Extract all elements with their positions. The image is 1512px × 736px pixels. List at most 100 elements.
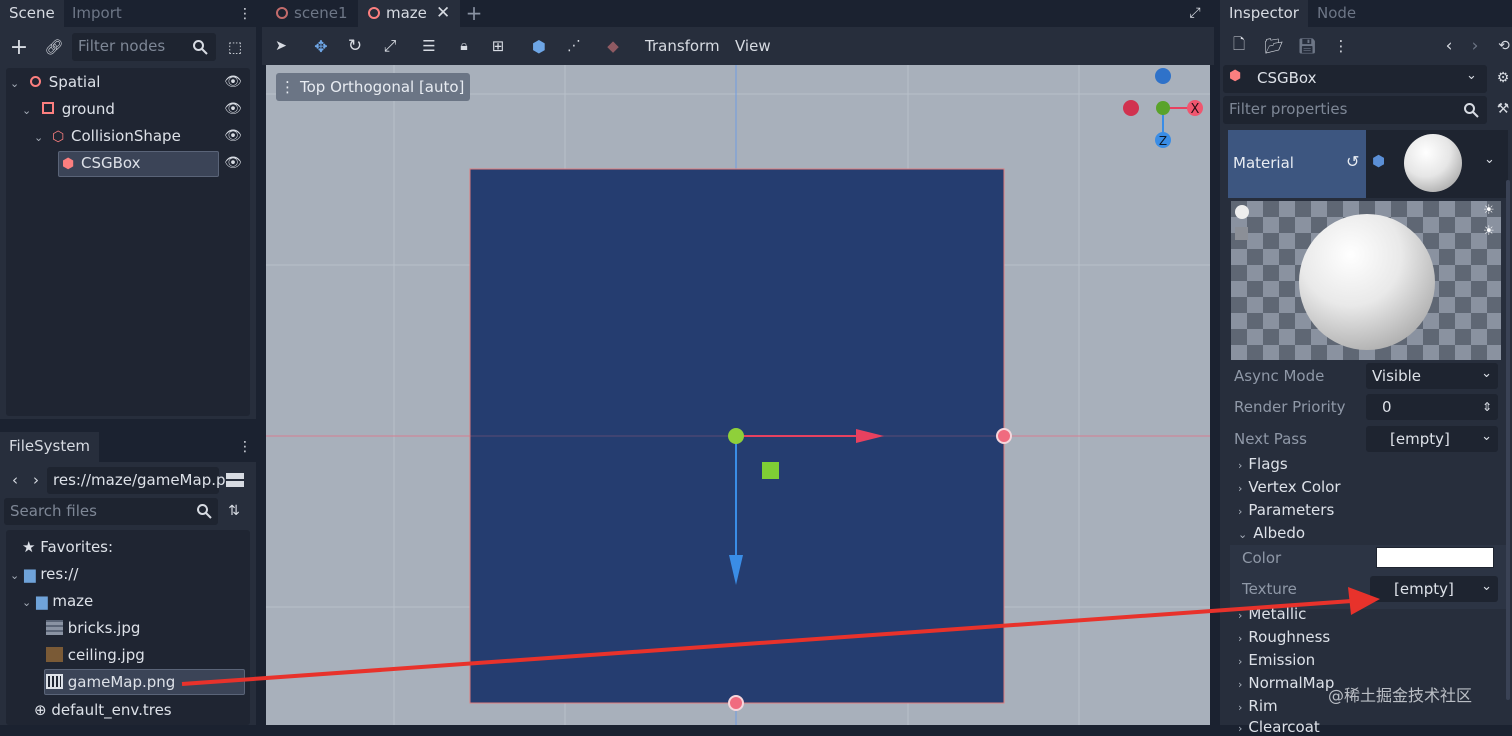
file-item-favorites[interactable]: ★ Favorites:: [22, 534, 113, 560]
chevron-down-icon[interactable]: ⌄: [1484, 152, 1495, 167]
view-menu[interactable]: View: [726, 34, 780, 58]
tree-node-spatial[interactable]: ⌄ Spatial: [10, 69, 100, 95]
tab-scene1[interactable]: scene1: [266, 0, 357, 27]
camera-icon[interactable]: ◆: [603, 34, 623, 58]
cube-preview-icon[interactable]: [1235, 227, 1248, 240]
tab-maze[interactable]: maze ✕: [358, 0, 460, 27]
tab-filesystem[interactable]: FileSystem: [0, 432, 100, 462]
section-albedo[interactable]: ⌄ Albedo: [1238, 524, 1305, 542]
next-pass-picker[interactable]: [empty] ⌄: [1366, 426, 1498, 452]
async-mode-dropdown[interactable]: Visible ⌄: [1366, 363, 1498, 389]
tab-node[interactable]: Node: [1308, 0, 1365, 27]
visibility-eye-icon[interactable]: 👁︎: [224, 73, 242, 91]
open-folder-icon[interactable]: 📂︎: [1264, 37, 1284, 55]
viewport-3d[interactable]: X Z ⋮ Top Orthogonal [auto]: [266, 65, 1210, 725]
section-vertex-color[interactable]: › Vertex Color: [1238, 478, 1341, 496]
section-albedo-label: Albedo: [1253, 524, 1306, 542]
light1-icon[interactable]: ☀: [1483, 203, 1495, 218]
plane-move-handle[interactable]: [762, 462, 779, 479]
light2-icon[interactable]: ☀: [1483, 224, 1495, 239]
list-select-icon[interactable]: ☰: [420, 34, 438, 58]
transform-menu[interactable]: Transform: [636, 34, 729, 58]
search-icon: [197, 504, 212, 519]
sphere-preview-icon[interactable]: [1235, 205, 1249, 219]
tab-inspector[interactable]: Inspector: [1220, 0, 1308, 27]
section-flags[interactable]: › Flags: [1238, 455, 1288, 473]
section-metallic[interactable]: › Metallic: [1238, 605, 1306, 623]
material-resource-picker[interactable]: ⬢ ⌄: [1366, 130, 1508, 198]
file-item-default-env[interactable]: ⊕ default_env.tres: [34, 697, 172, 723]
section-emission[interactable]: › Emission: [1238, 651, 1315, 669]
next-pass-label: Next Pass: [1234, 430, 1307, 448]
albedo-color-swatch[interactable]: [1376, 547, 1494, 568]
history-forward-icon[interactable]: ›: [1468, 36, 1482, 56]
sort-icon[interactable]: ⇅: [225, 502, 243, 520]
file-item-res[interactable]: ⌄ ▆ res://: [10, 561, 78, 587]
render-priority-spinbox[interactable]: 0 ⇕: [1366, 394, 1498, 420]
section-normalmap[interactable]: › NormalMap: [1238, 674, 1334, 692]
lock-icon[interactable]: 🔒︎: [455, 34, 473, 58]
albedo-texture-picker[interactable]: [empty] ⌄: [1370, 576, 1498, 602]
inspector-scrollbar[interactable]: [1506, 180, 1510, 700]
viewport-menu-button[interactable]: ⋮ Top Orthogonal [auto]: [276, 73, 471, 101]
add-node-icon[interactable]: +: [8, 35, 30, 60]
local-space-icon[interactable]: ⬢: [529, 34, 549, 58]
rotate-tool-icon[interactable]: ↻: [345, 34, 365, 58]
revert-icon[interactable]: ↺: [1346, 152, 1359, 171]
visibility-eye-icon[interactable]: 👁︎: [224, 127, 242, 145]
add-tab-icon[interactable]: +: [466, 1, 483, 25]
object-selector[interactable]: ⬢ CSGBox ⌄: [1223, 65, 1487, 93]
tree-node-csgbox[interactable]: ⬢ CSGBox: [60, 150, 141, 176]
new-resource-icon[interactable]: 🗋︎: [1230, 35, 1248, 55]
section-clearcoat[interactable]: › Clearcoat: [1238, 718, 1320, 736]
tree-node-collisionshape[interactable]: ⌄ ⬡ CollisionShape: [34, 123, 181, 149]
section-parameters[interactable]: › Parameters: [1238, 501, 1334, 519]
snap-icon[interactable]: ⋰: [564, 34, 584, 58]
file-item-bricks[interactable]: bricks.jpg: [46, 615, 140, 641]
gizmo-y[interactable]: [1156, 101, 1170, 115]
forward-icon[interactable]: ›: [29, 471, 43, 489]
dock-menu-icon[interactable]: ⋮: [238, 437, 252, 457]
file-item-ceiling[interactable]: ceiling.jpg: [46, 642, 145, 668]
material-property[interactable]: Material ↺: [1228, 130, 1366, 198]
section-roughness-label: Roughness: [1248, 628, 1331, 646]
file-item-maze[interactable]: ⌄ ▆ maze: [22, 588, 93, 614]
section-rim[interactable]: › Rim: [1238, 697, 1278, 715]
globe-icon: ⊕: [34, 701, 47, 719]
path-field[interactable]: res://maze/gameMap.p: [47, 467, 226, 494]
filter-properties-input[interactable]: Filter properties: [1223, 96, 1487, 124]
search-files-input[interactable]: Search files: [4, 498, 218, 525]
section-normalmap-label: NormalMap: [1248, 674, 1335, 692]
split-view-icon[interactable]: [225, 471, 245, 489]
save-icon[interactable]: 💾︎: [1297, 37, 1316, 55]
tab-import[interactable]: Import: [63, 0, 131, 27]
back-icon[interactable]: ‹: [8, 471, 22, 489]
tree-node-ground[interactable]: ⌄ ground: [22, 96, 115, 122]
resize-handle-x[interactable]: [996, 428, 1012, 444]
filter-nodes-input[interactable]: Filter nodes: [72, 33, 216, 61]
history-back-icon[interactable]: ‹: [1442, 36, 1456, 56]
section-roughness[interactable]: › Roughness: [1238, 628, 1330, 646]
object-props-icon[interactable]: ⚙: [1494, 69, 1512, 87]
fullscreen-icon[interactable]: ⤢: [1186, 4, 1204, 22]
select-tool-icon[interactable]: ➤: [272, 34, 290, 58]
close-tab-icon[interactable]: ✕: [436, 0, 450, 26]
group-icon[interactable]: ⊞: [488, 34, 508, 58]
object-history-icon[interactable]: ⟲: [1496, 37, 1512, 55]
property-tools-icon[interactable]: ⚒: [1494, 100, 1512, 118]
more-menu-icon[interactable]: ⋮: [1334, 37, 1349, 55]
scale-tool-icon[interactable]: ⤢: [380, 34, 400, 58]
gizmo-x-neg[interactable]: [1123, 100, 1139, 116]
watermark-text: @稀土掘金技术社区: [1328, 686, 1473, 705]
dock-menu-icon[interactable]: ⋮: [238, 4, 252, 24]
gizmo-center-handle[interactable]: [728, 428, 744, 444]
scene-script-icon[interactable]: ⬚: [226, 37, 244, 57]
visibility-eye-icon[interactable]: 👁︎: [224, 100, 242, 118]
resize-handle-z[interactable]: [728, 695, 744, 711]
visibility-eye-icon[interactable]: 👁︎: [224, 154, 242, 172]
move-tool-icon[interactable]: ✥: [311, 34, 331, 58]
gizmo-y-neg[interactable]: [1155, 68, 1171, 84]
tab-scene[interactable]: Scene: [0, 0, 64, 27]
link-icon[interactable]: 🔗︎: [44, 36, 64, 58]
file-item-gamemap[interactable]: gameMap.png: [46, 669, 175, 695]
